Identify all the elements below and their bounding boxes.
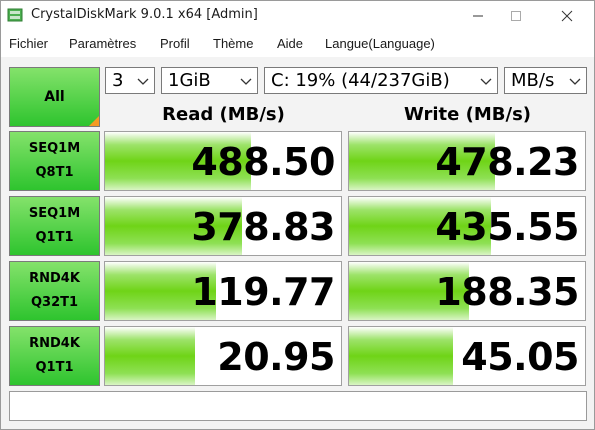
unit-value: MB/s — [511, 70, 555, 91]
test-label-line1: SEQ1M — [28, 141, 81, 156]
menu-language[interactable]: Langue(Language) — [319, 36, 441, 51]
drive-value: C: 19% (44/237GiB) — [271, 70, 450, 91]
read-result: 20.95 — [104, 326, 342, 386]
read-result: 378.83 — [104, 196, 342, 256]
write-value: 45.05 — [461, 335, 579, 379]
close-button[interactable] — [544, 1, 590, 31]
minimize-icon — [473, 15, 483, 17]
read-value: 20.95 — [217, 335, 335, 379]
drive-select[interactable]: C: 19% (44/237GiB) — [264, 67, 498, 94]
test-label-line2: Q8T1 — [35, 165, 74, 180]
corner-marker — [89, 116, 99, 126]
test-label-line2: Q1T1 — [35, 230, 74, 245]
write-result: 188.35 — [348, 261, 586, 321]
run-all-button[interactable]: All — [9, 67, 100, 127]
write-bar — [349, 327, 453, 385]
menu-file[interactable]: Fichier — [3, 36, 54, 51]
write-result: 478.23 — [348, 131, 586, 191]
test-count-value: 3 — [112, 70, 124, 91]
test-button-rnd4k-q32t1[interactable]: RND4K Q32T1 — [9, 261, 100, 321]
test-size-select[interactable]: 1GiB — [161, 67, 258, 94]
read-value: 378.83 — [191, 205, 335, 249]
read-result: 488.50 — [104, 131, 342, 191]
chevron-down-icon — [137, 78, 149, 85]
write-column-header: Write (MB/s) — [403, 104, 532, 125]
write-result: 45.05 — [348, 326, 586, 386]
write-value: 478.23 — [435, 140, 579, 184]
read-value: 119.77 — [191, 270, 335, 314]
test-button-seq1m-q1t1[interactable]: SEQ1M Q1T1 — [9, 196, 100, 256]
read-result: 119.77 — [104, 261, 342, 321]
test-count-select[interactable]: 3 — [105, 67, 155, 94]
unit-select[interactable]: MB/s — [504, 67, 587, 94]
menu-profile[interactable]: Profil — [154, 36, 196, 51]
test-button-rnd4k-q1t1[interactable]: RND4K Q1T1 — [9, 326, 100, 386]
read-value: 488.50 — [191, 140, 335, 184]
test-label-line1: RND4K — [29, 271, 80, 286]
test-label-line1: RND4K — [29, 336, 80, 351]
comment-input[interactable] — [9, 391, 587, 421]
app-icon — [7, 8, 23, 22]
title-bar: CrystalDiskMark 9.0.1 x64 [Admin] — [1, 1, 594, 31]
app-window: CrystalDiskMark 9.0.1 x64 [Admin] Fichie… — [0, 0, 595, 430]
menu-theme[interactable]: Thème — [207, 36, 259, 51]
write-value: 435.55 — [435, 205, 579, 249]
menu-bar: Fichier Paramètres Profil Thème Aide Lan… — [1, 31, 594, 57]
write-value: 188.35 — [435, 270, 579, 314]
chevron-down-icon — [569, 78, 581, 85]
read-bar — [105, 327, 195, 385]
test-label-line1: SEQ1M — [28, 206, 81, 221]
write-result: 435.55 — [348, 196, 586, 256]
chevron-down-icon — [240, 78, 252, 85]
menu-settings[interactable]: Paramètres — [63, 36, 142, 51]
test-label-line2: Q1T1 — [35, 360, 74, 375]
chevron-down-icon — [480, 78, 492, 85]
maximize-button[interactable] — [493, 1, 539, 31]
test-size-value: 1GiB — [168, 70, 211, 91]
run-all-label: All — [44, 89, 65, 105]
test-label-line2: Q32T1 — [30, 295, 79, 310]
menu-help[interactable]: Aide — [271, 36, 309, 51]
close-icon — [561, 10, 573, 22]
test-button-seq1m-q8t1[interactable]: SEQ1M Q8T1 — [9, 131, 100, 191]
maximize-icon — [511, 11, 521, 21]
read-column-header: Read (MB/s) — [162, 104, 285, 125]
window-title: CrystalDiskMark 9.0.1 x64 [Admin] — [31, 7, 258, 22]
